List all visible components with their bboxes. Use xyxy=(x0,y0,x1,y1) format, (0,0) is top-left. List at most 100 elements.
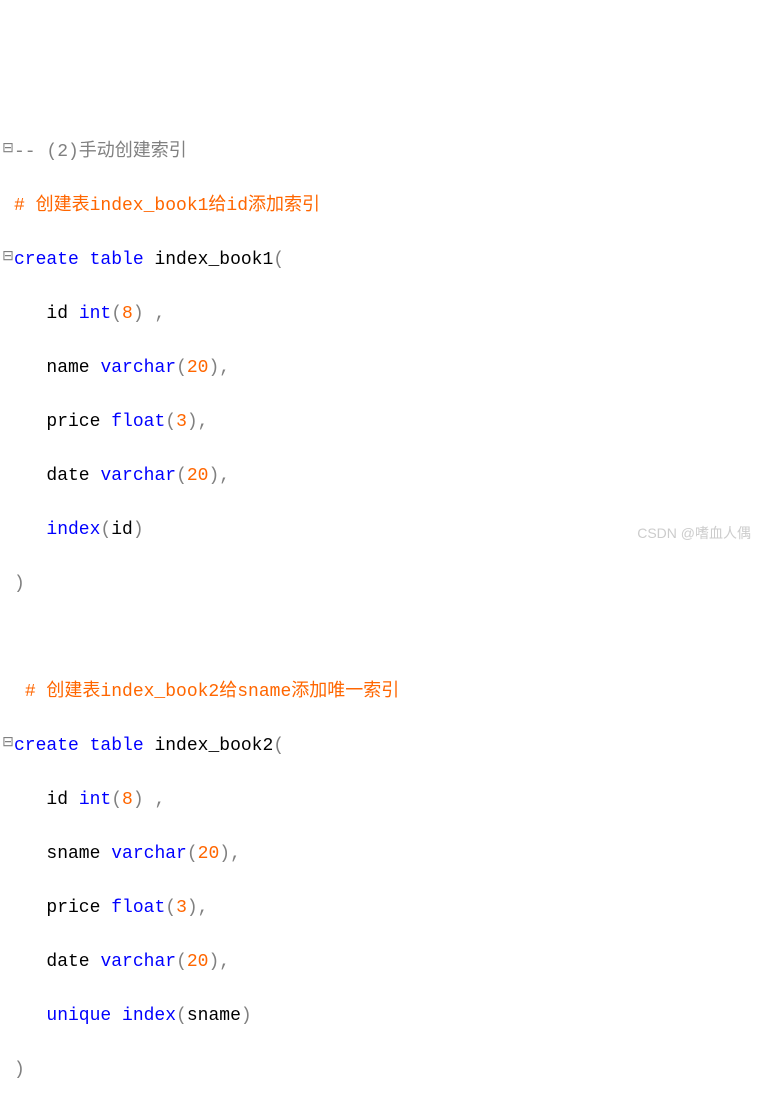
keyword: unique xyxy=(46,1006,111,1026)
number: 20 xyxy=(187,358,209,378)
watermark: CSDN @嗜血人偶 xyxy=(637,523,751,544)
keyword: index xyxy=(122,1006,176,1026)
punct: ( xyxy=(176,358,187,378)
number: 3 xyxy=(176,898,187,918)
gutter xyxy=(2,625,14,652)
code-line: name varchar(20), xyxy=(2,355,761,382)
code-line: date varchar(20), xyxy=(2,463,761,490)
keyword: create xyxy=(14,736,79,756)
code-line: unique index(sname) xyxy=(2,1003,761,1030)
code-line: ⊟-- (2)手动创建索引 xyxy=(2,139,761,166)
punct: ) xyxy=(133,304,144,324)
gutter xyxy=(2,1057,14,1084)
punct: ( xyxy=(111,304,122,324)
gutter xyxy=(2,193,14,220)
punct: ( xyxy=(165,412,176,432)
type: float xyxy=(111,412,165,432)
type: varchar xyxy=(100,466,176,486)
gutter xyxy=(2,355,14,382)
code-line: ⊟create table index_book1( xyxy=(2,247,761,274)
type: varchar xyxy=(111,844,187,864)
keyword: table xyxy=(90,250,144,270)
comment: # 创建表index_book2给sname添加唯一索引 xyxy=(25,682,399,702)
code-line: sname varchar(20), xyxy=(2,841,761,868)
punct: ( xyxy=(273,250,284,270)
punct: ( xyxy=(100,520,111,540)
code-editor: ⊟-- (2)手动创建索引 # 创建表index_book1给id添加索引 ⊟c… xyxy=(2,112,761,1100)
type: float xyxy=(111,898,165,918)
gutter xyxy=(2,949,14,976)
punct: ) xyxy=(241,1006,252,1026)
comment: -- (2)手动创建索引 xyxy=(14,142,187,162)
gutter xyxy=(2,571,14,598)
punct: ), xyxy=(219,844,241,864)
number: 20 xyxy=(187,952,209,972)
punct: ( xyxy=(111,790,122,810)
punct: ) xyxy=(14,574,25,594)
punct: ), xyxy=(208,466,230,486)
keyword: index xyxy=(46,520,100,540)
punct: , xyxy=(154,304,165,324)
code-line: ⊟create table index_book2( xyxy=(2,733,761,760)
type: int xyxy=(79,304,111,324)
code-line: price float(3), xyxy=(2,895,761,922)
identifier: name xyxy=(46,358,89,378)
punct: ( xyxy=(187,844,198,864)
punct: ) xyxy=(14,1060,25,1080)
identifier: date xyxy=(46,952,89,972)
number: 20 xyxy=(187,466,209,486)
code-line: id int(8) , xyxy=(2,787,761,814)
gutter xyxy=(2,1003,14,1030)
fold-icon[interactable]: ⊟ xyxy=(2,733,14,754)
punct: ), xyxy=(187,898,209,918)
identifier: index_book1 xyxy=(154,250,273,270)
comment: # 创建表index_book1给id添加索引 xyxy=(14,196,320,216)
punct: ( xyxy=(176,466,187,486)
gutter xyxy=(2,841,14,868)
code-line: price float(3), xyxy=(2,409,761,436)
type: varchar xyxy=(100,952,176,972)
identifier: price xyxy=(46,898,100,918)
punct: ), xyxy=(208,358,230,378)
fold-icon[interactable]: ⊟ xyxy=(2,139,14,160)
identifier: price xyxy=(46,412,100,432)
gutter xyxy=(2,679,14,706)
type: int xyxy=(79,790,111,810)
keyword: table xyxy=(90,736,144,756)
keyword: create xyxy=(14,250,79,270)
identifier: date xyxy=(46,466,89,486)
gutter xyxy=(2,517,14,544)
code-line: ) xyxy=(2,1057,761,1084)
number: 8 xyxy=(122,790,133,810)
number: 20 xyxy=(198,844,220,864)
number: 3 xyxy=(176,412,187,432)
code-line: # 创建表index_book2给sname添加唯一索引 xyxy=(2,679,761,706)
identifier: index_book2 xyxy=(154,736,273,756)
punct: ( xyxy=(176,952,187,972)
gutter xyxy=(2,463,14,490)
code-line xyxy=(2,625,761,652)
code-line: # 创建表index_book1给id添加索引 xyxy=(2,193,761,220)
gutter xyxy=(2,895,14,922)
punct: , xyxy=(154,790,165,810)
code-line: ) xyxy=(2,571,761,598)
punct: ( xyxy=(273,736,284,756)
fold-icon[interactable]: ⊟ xyxy=(2,247,14,268)
punct: ), xyxy=(187,412,209,432)
code-line: id int(8) , xyxy=(2,301,761,328)
gutter xyxy=(2,409,14,436)
code-line: date varchar(20), xyxy=(2,949,761,976)
identifier: sname xyxy=(46,844,100,864)
type: varchar xyxy=(100,358,176,378)
punct: ) xyxy=(133,520,144,540)
identifier: sname xyxy=(187,1006,241,1026)
punct: ( xyxy=(176,1006,187,1026)
identifier: id xyxy=(46,304,68,324)
gutter xyxy=(2,301,14,328)
gutter xyxy=(2,787,14,814)
identifier: id xyxy=(111,520,133,540)
punct: ), xyxy=(208,952,230,972)
punct: ) xyxy=(133,790,144,810)
identifier: id xyxy=(46,790,68,810)
punct: ( xyxy=(165,898,176,918)
